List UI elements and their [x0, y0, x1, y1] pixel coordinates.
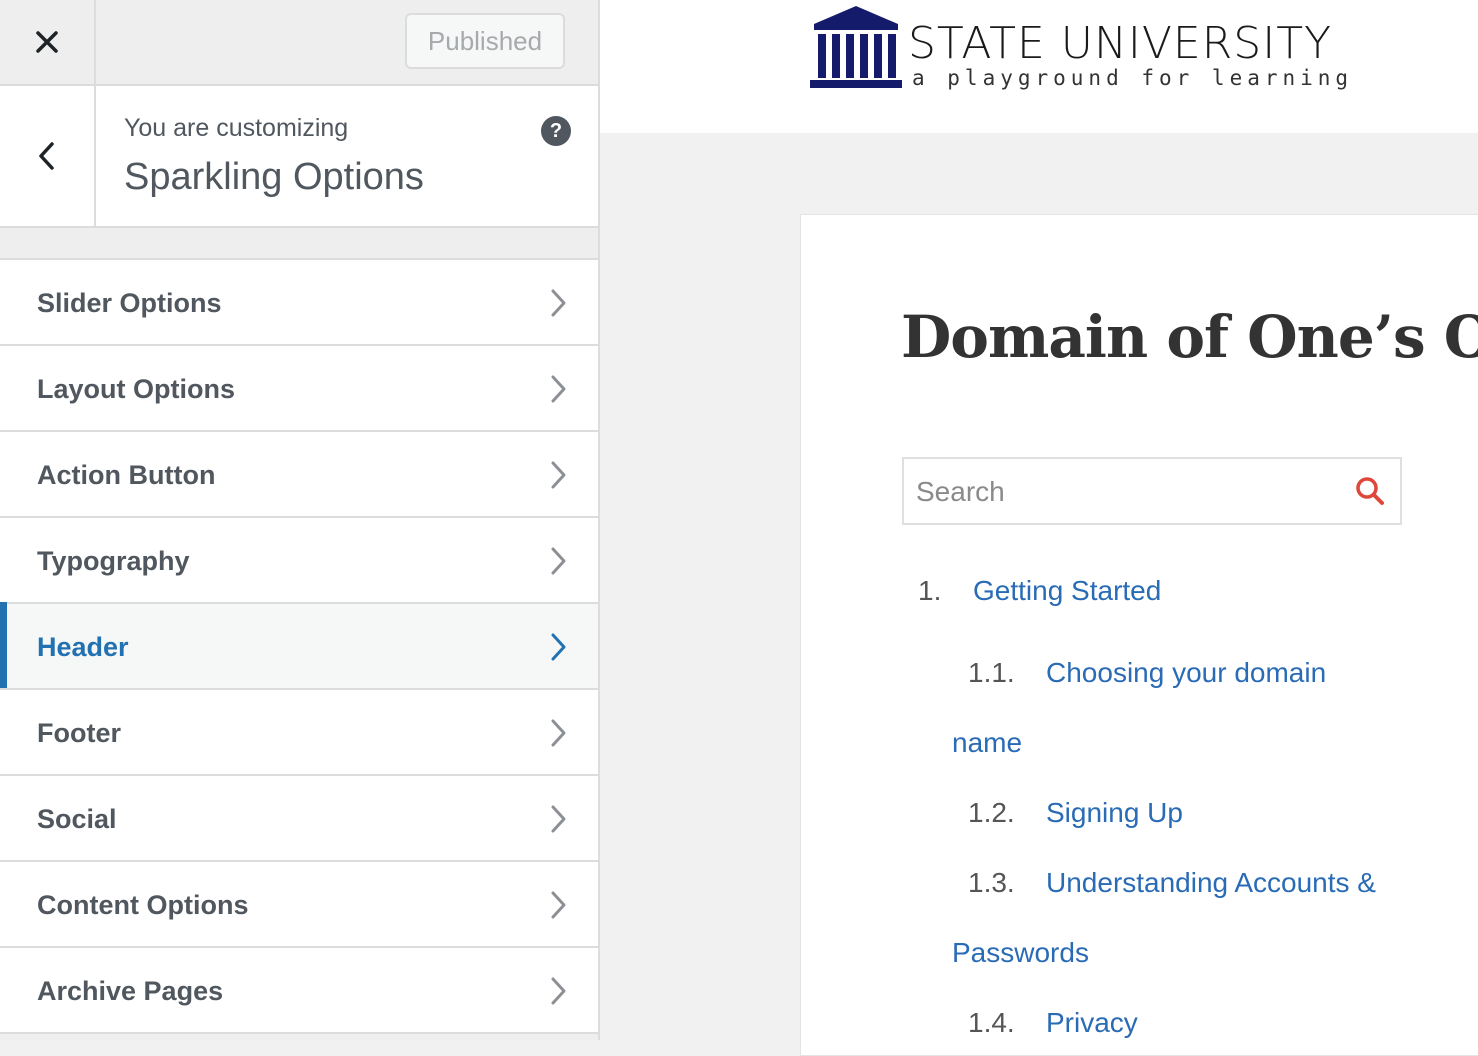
customizing-label: You are customizing: [124, 114, 349, 142]
menu-item-action-button[interactable]: Action Button: [0, 430, 598, 518]
back-button[interactable]: [0, 86, 96, 226]
published-button[interactable]: Published: [405, 13, 565, 69]
search-box: [902, 457, 1402, 525]
menu-item-label: Social: [37, 804, 117, 834]
customizer-info: You are customizing Sparkling Options ?: [0, 86, 598, 228]
options-menu: Slider Options Layout Options Action But…: [0, 258, 598, 1034]
toc-link-choosing-domain[interactable]: Choosing your domain: [1046, 657, 1326, 689]
menu-item-label: Layout Options: [37, 374, 235, 404]
toc-number: 1.2.: [968, 797, 1015, 828]
toc-number: 1.4.: [968, 1007, 1015, 1038]
customizer-header: Published: [0, 0, 598, 86]
menu-item-label: Archive Pages: [37, 976, 224, 1006]
chevron-right-icon: [551, 977, 566, 1005]
menu-item-label: Content Options: [37, 890, 249, 920]
page-content: Domain of One’s Own 1. Getting Started 1…: [800, 214, 1478, 1056]
chevron-right-icon: [551, 719, 566, 747]
page-title: Domain of One’s Own: [901, 303, 1478, 371]
toc-number: 1.3.: [968, 867, 1015, 898]
chevron-right-icon: [551, 633, 566, 661]
toc-link-accounts-passwords-cont[interactable]: Passwords: [952, 937, 1089, 969]
menu-item-layout-options[interactable]: Layout Options: [0, 344, 598, 432]
close-button[interactable]: [0, 0, 96, 84]
menu-item-content-options[interactable]: Content Options: [0, 860, 598, 948]
menu-item-slider-options[interactable]: Slider Options: [0, 258, 598, 346]
toc-number: 1.1.: [968, 657, 1015, 688]
chevron-right-icon: [551, 375, 566, 403]
toc-number: 1.: [918, 575, 942, 606]
close-icon: [36, 31, 58, 53]
toc-link-accounts-passwords[interactable]: Understanding Accounts &: [1046, 867, 1376, 899]
site-preview: STATE UNIVERSITY a playground for learni…: [600, 0, 1478, 1056]
panel-title: Sparkling Options: [124, 156, 424, 198]
site-header: STATE UNIVERSITY a playground for learni…: [600, 0, 1478, 133]
toc-link-choosing-domain-cont[interactable]: name: [952, 727, 1022, 759]
menu-item-label: Header: [37, 632, 129, 662]
menu-item-typography[interactable]: Typography: [0, 516, 598, 604]
customizer-sidebar: Published You are customizing Sparkling …: [0, 0, 600, 1040]
menu-item-label: Action Button: [37, 460, 216, 490]
chevron-right-icon: [551, 289, 566, 317]
chevron-right-icon: [551, 461, 566, 489]
university-building-icon: [810, 6, 902, 88]
menu-item-label: Slider Options: [37, 288, 222, 318]
logo-tagline: a playground for learning: [912, 66, 1354, 90]
toc-link-signing-up[interactable]: Signing Up: [1046, 797, 1183, 829]
menu-item-label: Typography: [37, 546, 190, 576]
chevron-right-icon: [551, 805, 566, 833]
toc-link-getting-started[interactable]: Getting Started: [973, 575, 1161, 607]
menu-item-social[interactable]: Social: [0, 774, 598, 862]
chevron-right-icon: [551, 891, 566, 919]
search-input[interactable]: [914, 469, 1338, 515]
menu-item-archive-pages[interactable]: Archive Pages: [0, 946, 598, 1034]
toc-link-privacy[interactable]: Privacy: [1046, 1007, 1138, 1039]
site-logo[interactable]: STATE UNIVERSITY a playground for learni…: [808, 4, 1348, 100]
menu-item-header[interactable]: Header: [0, 602, 598, 690]
search-icon[interactable]: [1354, 475, 1386, 507]
menu-item-label: Footer: [37, 718, 121, 748]
help-icon[interactable]: ?: [541, 116, 571, 146]
logo-name: STATE UNIVERSITY: [908, 18, 1332, 69]
chevron-left-icon: [39, 142, 54, 170]
menu-item-footer[interactable]: Footer: [0, 688, 598, 776]
chevron-right-icon: [551, 547, 566, 575]
